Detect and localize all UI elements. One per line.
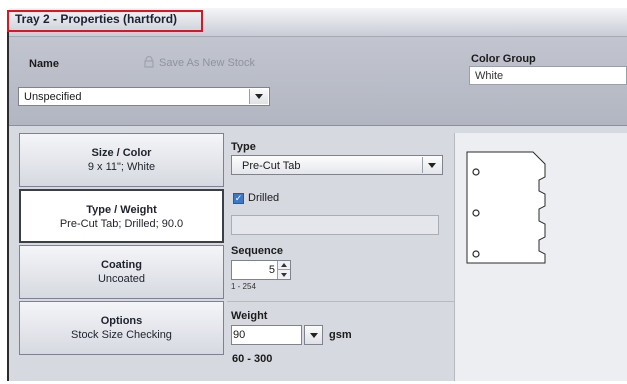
sequence-range: 1 - 254	[231, 282, 256, 291]
tab-subtitle: 9 x 11"; White	[87, 161, 156, 173]
color-group-field[interactable]: White	[469, 66, 627, 85]
tab-title: Type / Weight	[86, 204, 157, 216]
spin-up-button[interactable]	[278, 261, 290, 270]
tab-title: Coating	[101, 259, 142, 271]
spin-down-button[interactable]	[278, 270, 290, 279]
weight-range: 60 - 300	[232, 353, 273, 365]
chevron-up-icon	[281, 263, 287, 267]
weight-value: 90	[233, 329, 246, 341]
tab-title: Size / Color	[91, 147, 152, 159]
type-label: Type	[231, 141, 256, 153]
window-title: Tray 2 - Properties (hartford)	[15, 12, 178, 26]
tab-title: Options	[100, 315, 143, 327]
name-select-value: Unspecified	[24, 91, 82, 103]
left-edge	[0, 0, 9, 381]
sequence-label: Sequence	[231, 245, 283, 257]
sequence-spinner[interactable]: 5	[231, 260, 291, 280]
tab-stock-illustration	[466, 151, 546, 264]
color-group-label: Color Group	[471, 53, 536, 65]
tab-size-color[interactable]: Size / Color 9 x 11"; White	[19, 133, 224, 187]
type-dropdown-button[interactable]	[422, 157, 441, 173]
tab-coating[interactable]: Coating Uncoated	[19, 245, 224, 299]
drilled-checkbox[interactable]: ✓	[233, 193, 244, 204]
form-divider	[227, 301, 455, 302]
title-bar: Tray 2 - Properties (hartford)	[7, 8, 627, 37]
drilled-label: Drilled	[248, 192, 280, 204]
type-weight-form: Type Pre-Cut Tab ✓ Drilled Sequence 5 1 …	[227, 133, 457, 381]
chevron-down-icon	[309, 332, 318, 338]
drilled-detail-field	[231, 215, 439, 235]
section-tabs: Size / Color 9 x 11"; White Type / Weigh…	[19, 133, 224, 381]
tab-options[interactable]: Options Stock Size Checking	[19, 301, 224, 355]
tab-type-weight[interactable]: Type / Weight Pre-Cut Tab; Drilled; 90.0	[19, 189, 224, 243]
chevron-down-icon	[281, 272, 287, 277]
sequence-spin-buttons[interactable]	[277, 261, 290, 279]
name-label: Name	[29, 58, 59, 70]
tab-subtitle: Uncoated	[97, 273, 146, 285]
color-group-value: White	[475, 70, 504, 82]
weight-dropdown-button[interactable]	[304, 325, 323, 345]
tab-subtitle: Stock Size Checking	[71, 329, 172, 341]
weight-input[interactable]: 90	[231, 325, 302, 345]
weight-label: Weight	[231, 310, 268, 322]
chevron-down-icon	[428, 162, 436, 168]
top-panel: Name Save As New Stock Unspecified Color…	[9, 37, 627, 126]
weight-unit: gsm	[329, 329, 352, 341]
lock-icon	[143, 55, 155, 68]
tab-subtitle: Pre-Cut Tab; Drilled; 90.0	[59, 218, 184, 230]
sequence-value: 5	[268, 264, 275, 276]
save-as-new-stock-button[interactable]: Save As New Stock	[159, 57, 255, 69]
name-dropdown-button[interactable]	[249, 89, 268, 104]
chevron-down-icon	[255, 94, 263, 99]
name-select[interactable]: Unspecified	[18, 87, 270, 106]
properties-window: Tray 2 - Properties (hartford) Name Save…	[7, 8, 627, 381]
type-select[interactable]: Pre-Cut Tab	[231, 155, 443, 175]
stock-preview	[455, 133, 627, 381]
type-select-value: Pre-Cut Tab	[242, 160, 301, 172]
